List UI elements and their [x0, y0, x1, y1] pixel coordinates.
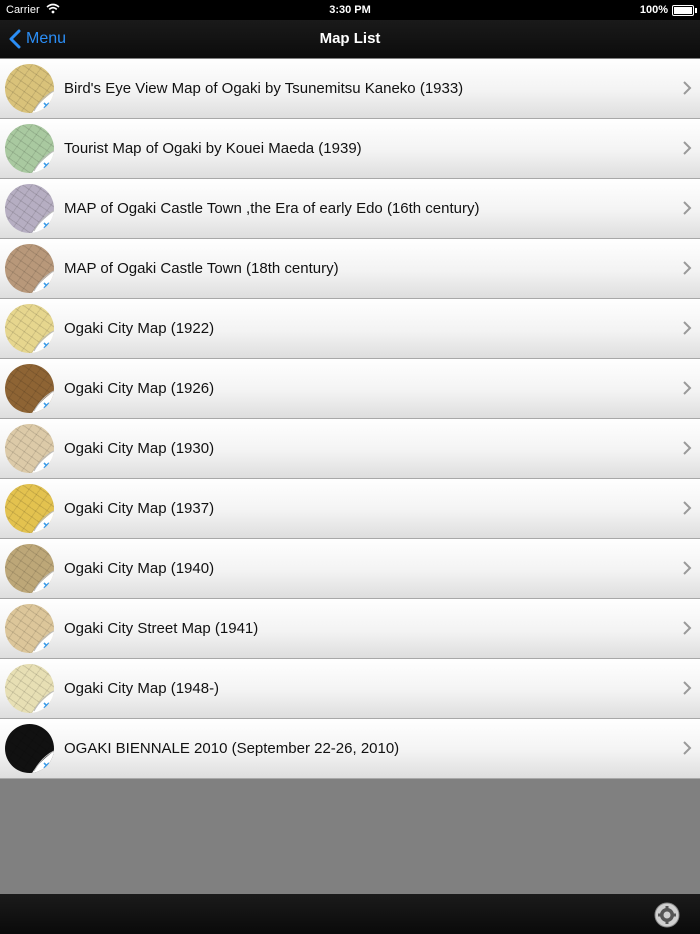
map-title: MAP of Ogaki Castle Town ,the Era of ear… [64, 200, 480, 217]
map-thumbnail [5, 544, 54, 593]
page-curl-icon [32, 150, 54, 173]
page-curl-icon [32, 510, 54, 533]
chevron-right-icon [683, 561, 692, 575]
map-list-item[interactable]: Ogaki City Map (1926) [0, 359, 700, 419]
chevron-right-icon [683, 681, 692, 695]
page-curl-icon [32, 90, 54, 113]
chevron-right-icon [683, 201, 692, 215]
page-curl-icon [32, 390, 54, 413]
status-time: 3:30 PM [329, 4, 371, 16]
map-title: Ogaki City Map (1948-) [64, 680, 220, 697]
map-title: Ogaki City Map (1940) [64, 560, 215, 577]
map-list-item[interactable]: Ogaki City Map (1930) [0, 419, 700, 479]
map-list-item[interactable]: Tourist Map of Ogaki by Kouei Maeda (193… [0, 119, 700, 179]
map-list-item[interactable]: Ogaki City Map (1940) [0, 539, 700, 599]
battery-icon [672, 5, 697, 16]
map-title: Ogaki City Street Map (1941) [64, 620, 259, 637]
navigation-bar: Menu Map List [0, 20, 700, 58]
map-thumbnail [5, 364, 54, 413]
map-list-item[interactable]: OGAKI BIENNALE 2010 (September 22-26, 20… [0, 719, 700, 779]
map-list-item[interactable]: Ogaki City Street Map (1941) [0, 599, 700, 659]
page-curl-icon [32, 570, 54, 593]
chevron-right-icon [683, 81, 692, 95]
map-list-item[interactable]: Ogaki City Map (1948-) [0, 659, 700, 719]
map-list-item[interactable]: Bird's Eye View Map of Ogaki by Tsunemit… [0, 59, 700, 119]
page-curl-icon [32, 690, 54, 713]
map-list: Bird's Eye View Map of Ogaki by Tsunemit… [0, 59, 700, 779]
map-list-item[interactable]: MAP of Ogaki Castle Town ,the Era of ear… [0, 179, 700, 239]
map-thumbnail [5, 244, 54, 293]
chevron-right-icon [683, 141, 692, 155]
map-thumbnail [5, 304, 54, 353]
page-curl-icon [32, 270, 54, 293]
map-thumbnail [5, 484, 54, 533]
map-title: MAP of Ogaki Castle Town (18th century) [64, 260, 339, 277]
page-curl-icon [32, 630, 54, 653]
chevron-right-icon [683, 261, 692, 275]
map-title: Tourist Map of Ogaki by Kouei Maeda (193… [64, 140, 362, 157]
map-thumbnail [5, 724, 54, 773]
chevron-right-icon [683, 501, 692, 515]
map-title: Ogaki City Map (1930) [64, 440, 215, 457]
page-curl-icon [32, 750, 54, 773]
map-thumbnail [5, 424, 54, 473]
map-title: Ogaki City Map (1922) [64, 320, 215, 337]
map-thumbnail [5, 664, 54, 713]
bottom-toolbar [0, 894, 700, 934]
map-list-item[interactable]: Ogaki City Map (1937) [0, 479, 700, 539]
map-thumbnail [5, 64, 54, 113]
chevron-right-icon [683, 441, 692, 455]
page-curl-icon [32, 210, 54, 233]
chevron-right-icon [683, 621, 692, 635]
page-curl-icon [32, 330, 54, 353]
map-thumbnail [5, 604, 54, 653]
map-list-item[interactable]: MAP of Ogaki Castle Town (18th century) [0, 239, 700, 299]
chevron-right-icon [683, 321, 692, 335]
status-bar: Carrier 3:30 PM 100% [0, 0, 700, 20]
map-title: OGAKI BIENNALE 2010 (September 22-26, 20… [64, 740, 400, 757]
page-curl-icon [32, 450, 54, 473]
map-thumbnail [5, 184, 54, 233]
chevron-right-icon [683, 741, 692, 755]
battery-percent: 100% [639, 4, 668, 16]
gear-icon[interactable] [654, 902, 680, 928]
page-title: Map List [319, 30, 381, 47]
map-title: Ogaki City Map (1926) [64, 380, 215, 397]
chevron-right-icon [683, 381, 692, 395]
map-title: Ogaki City Map (1937) [64, 500, 215, 517]
map-list-item[interactable]: Ogaki City Map (1922) [0, 299, 700, 359]
map-title: Bird's Eye View Map of Ogaki by Tsunemit… [64, 80, 464, 97]
map-thumbnail [5, 124, 54, 173]
